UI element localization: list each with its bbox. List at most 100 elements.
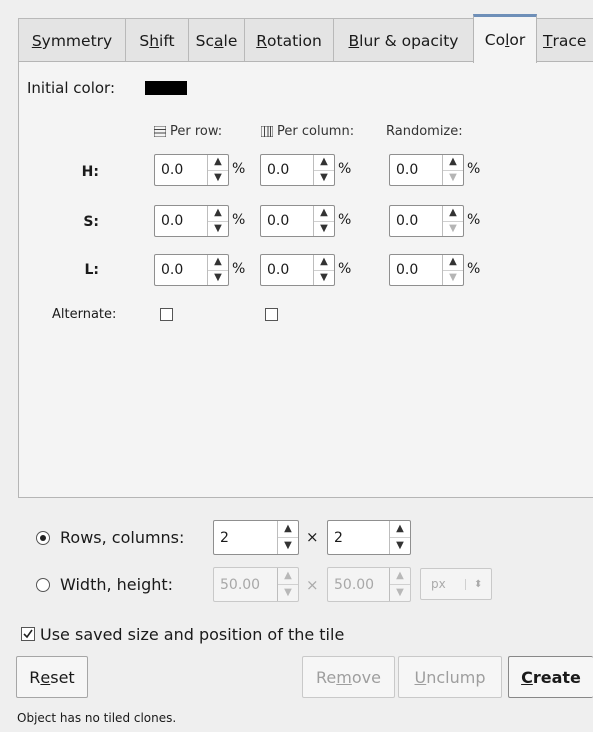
- alternate-per-column-checkbox[interactable]: [265, 308, 278, 321]
- light-randomize-spin[interactable]: 0.0 ▲ ▼: [389, 254, 464, 286]
- light-per-row-value[interactable]: 0.0: [155, 255, 207, 285]
- sat-per-column-value[interactable]: 0.0: [261, 206, 313, 236]
- sat-per-row-spin[interactable]: 0.0 ▲ ▼: [154, 205, 229, 237]
- rows-value[interactable]: 2: [214, 521, 277, 554]
- light-per-column-unit: %: [338, 261, 352, 277]
- chevron-up-icon[interactable]: ▲: [390, 568, 410, 584]
- unit-combo[interactable]: px ⬍: [420, 568, 492, 600]
- per-row-header-text: Per row:: [170, 124, 223, 139]
- tab-trace[interactable]: Trace: [536, 18, 593, 62]
- chevron-down-icon[interactable]: ▼: [208, 269, 228, 286]
- sat-randomize-unit: %: [467, 212, 481, 228]
- hue-per-row-unit: %: [232, 161, 246, 177]
- light-randomize-value[interactable]: 0.0: [390, 255, 442, 285]
- chevron-up-icon[interactable]: ▲: [208, 255, 228, 270]
- chevron-up-icon[interactable]: ▲: [443, 206, 463, 221]
- tab-blur-opacity[interactable]: Blur & opacity: [333, 18, 474, 62]
- per-row-icon: [154, 126, 166, 137]
- hue-per-row-value[interactable]: 0.0: [155, 155, 207, 185]
- tab-symmetry[interactable]: Symmetry: [18, 18, 126, 62]
- randomize-header-text: Randomize:: [386, 124, 463, 139]
- light-per-row-spin[interactable]: 0.0 ▲ ▼: [154, 254, 229, 286]
- sat-randomize-spin[interactable]: 0.0 ▲ ▼: [389, 205, 464, 237]
- chevron-down-icon[interactable]: ▼: [278, 537, 298, 554]
- chevron-down-icon[interactable]: ▼: [390, 537, 410, 554]
- remove-button[interactable]: Re m ove: [302, 656, 395, 698]
- chevron-up-icon[interactable]: ▲: [314, 206, 334, 221]
- chevron-up-icon[interactable]: ▲: [314, 255, 334, 270]
- width-height-radio[interactable]: [36, 578, 50, 592]
- sat-per-row-steppers: ▲ ▼: [207, 206, 228, 236]
- chevron-up-icon[interactable]: ▲: [443, 155, 463, 170]
- use-saved-checkbox[interactable]: [21, 627, 35, 641]
- chevron-down-icon[interactable]: ▼: [314, 220, 334, 237]
- tab-shift-label: ift: [159, 31, 175, 50]
- chevron-down-icon[interactable]: ▼: [278, 584, 298, 601]
- width-spin[interactable]: 50.00 ▲ ▼: [213, 567, 299, 602]
- chevron-down-icon[interactable]: ▼: [208, 169, 228, 186]
- tab-blur-accel: B: [348, 31, 360, 50]
- alternate-per-row-checkbox[interactable]: [160, 308, 173, 321]
- tab-scale[interactable]: Sc a le: [188, 18, 245, 62]
- tab-scale-accel: a: [214, 31, 224, 50]
- chevron-up-icon[interactable]: ▲: [314, 155, 334, 170]
- chevron-up-icon[interactable]: ▲: [208, 206, 228, 221]
- tab-rotation[interactable]: Rotation: [244, 18, 334, 62]
- width-height-label: Width, height:: [60, 575, 174, 594]
- chevron-down-icon[interactable]: ▼: [390, 584, 410, 601]
- width-value[interactable]: 50.00: [214, 568, 277, 601]
- chevron-down-icon[interactable]: ▼: [443, 169, 463, 186]
- columns-spin[interactable]: 2 ▲ ▼: [327, 520, 411, 555]
- columns-value[interactable]: 2: [328, 521, 389, 554]
- chevron-down-icon[interactable]: ▼: [314, 169, 334, 186]
- initial-color-swatch[interactable]: [145, 81, 187, 95]
- tab-shift[interactable]: Sh ift: [125, 18, 189, 62]
- tab-symmetry-label: ymmetry: [41, 31, 113, 50]
- tab-color[interactable]: Co l or: [473, 14, 537, 63]
- chevron-down-icon[interactable]: ▼: [443, 269, 463, 286]
- create-button[interactable]: Create: [508, 656, 593, 698]
- sat-per-column-unit: %: [338, 212, 352, 228]
- chevron-down-icon[interactable]: ▼: [443, 220, 463, 237]
- chevron-up-icon[interactable]: ▲: [443, 255, 463, 270]
- light-per-column-spin[interactable]: 0.0 ▲ ▼: [260, 254, 335, 286]
- hue-per-column-spin[interactable]: 0.0 ▲ ▼: [260, 154, 335, 186]
- chevron-up-icon[interactable]: ▲: [208, 155, 228, 170]
- width-steppers: ▲ ▼: [277, 568, 298, 601]
- rows-columns-radio[interactable]: [36, 531, 50, 545]
- reset-button[interactable]: Re set: [16, 656, 88, 698]
- sat-per-row-value[interactable]: 0.0: [155, 206, 207, 236]
- chevron-up-icon[interactable]: ▲: [278, 568, 298, 584]
- hue-per-row-steppers: ▲ ▼: [207, 155, 228, 185]
- sat-randomize-steppers: ▲ ▼: [442, 206, 463, 236]
- height-value[interactable]: 50.00: [328, 568, 389, 601]
- sat-randomize-value[interactable]: 0.0: [390, 206, 442, 236]
- light-per-column-value[interactable]: 0.0: [261, 255, 313, 285]
- tab-symmetry-accel: S: [31, 31, 42, 50]
- chevron-down-icon[interactable]: ▼: [314, 269, 334, 286]
- sat-per-column-steppers: ▲ ▼: [313, 206, 334, 236]
- chevron-up-icon[interactable]: ▲: [278, 521, 298, 537]
- reset-accel: e: [40, 667, 51, 687]
- light-per-column-steppers: ▲ ▼: [313, 255, 334, 285]
- initial-color-label: Initial color:: [27, 79, 116, 97]
- rows-spin[interactable]: 2 ▲ ▼: [213, 520, 299, 555]
- hue-randomize-spin[interactable]: 0.0 ▲ ▼: [389, 154, 464, 186]
- reset-pre: R: [29, 667, 41, 687]
- tab-scale-label: le: [223, 31, 238, 50]
- unclump-accel: U: [414, 667, 427, 687]
- sat-per-column-spin[interactable]: 0.0 ▲ ▼: [260, 205, 335, 237]
- hue-label: H:: [81, 164, 99, 180]
- hue-randomize-value[interactable]: 0.0: [390, 155, 442, 185]
- unclump-button[interactable]: Unclump: [398, 656, 502, 698]
- per-row-header: Per row:: [154, 124, 222, 139]
- chevron-down-icon[interactable]: ▼: [208, 220, 228, 237]
- tab-scale-pre: Sc: [195, 31, 215, 50]
- hue-per-column-value[interactable]: 0.0: [261, 155, 313, 185]
- tab-bar: Symmetry Sh ift Sc a le Rotation Blur & opa…: [18, 14, 593, 63]
- chevron-up-icon[interactable]: ▲: [390, 521, 410, 537]
- hue-per-row-spin[interactable]: 0.0 ▲ ▼: [154, 154, 229, 186]
- height-spin[interactable]: 50.00 ▲ ▼: [327, 567, 411, 602]
- remove-post: ove: [351, 667, 381, 687]
- tab-shift-accel: h: [149, 31, 160, 50]
